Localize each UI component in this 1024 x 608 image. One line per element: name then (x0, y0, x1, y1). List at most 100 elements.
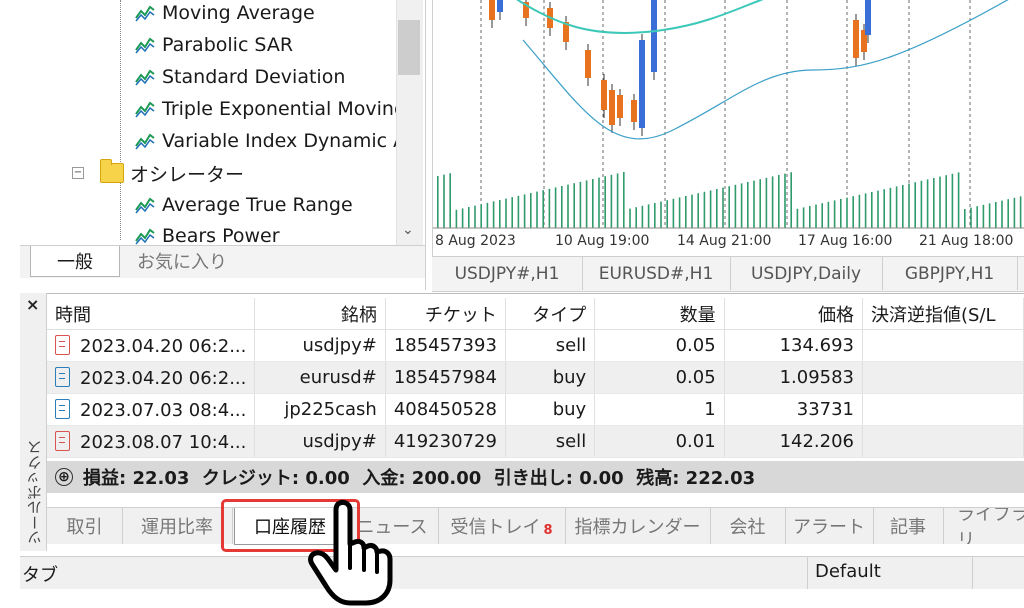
volume-bar (654, 203, 656, 228)
tab-mailbox[interactable]: 受信トレイ 8 (438, 508, 566, 544)
volume-bar (517, 195, 520, 228)
account-summary-row[interactable]: ⊕ 損益: 22.03 クレジット: 0.00 入金: 200.00 引き出し:… (47, 461, 1024, 493)
volume-bar (976, 206, 978, 228)
indicator-icon (135, 101, 155, 118)
cell-type: buy (505, 393, 596, 426)
col-volume[interactable]: 数量 (594, 298, 725, 330)
volume-bar (895, 186, 898, 228)
volume-bar (499, 200, 501, 228)
toolbox-tabs: 取引 運用比率 口座履歴 ニュース 受信トレイ 8 指標カレンダー 会社 アラー… (47, 507, 1024, 545)
tree-item-label: Moving Average (162, 2, 315, 24)
indicator-icon (135, 197, 155, 214)
date-label: 17 Aug 16:00 (798, 233, 892, 249)
volume-bar (1007, 199, 1009, 228)
volume-bar (697, 193, 699, 228)
tab-mailbox-label: 受信トレイ (450, 517, 541, 538)
table-row[interactable]: 2023.04.20 06:2... eurusd# 185457984 buy… (47, 361, 1024, 394)
candle-up (497, 0, 503, 12)
navigator-scroll-thumb[interactable] (398, 20, 420, 75)
volume-bar (437, 176, 439, 228)
status-divider (972, 557, 973, 589)
tab-chart-usdjpy-daily[interactable]: USDJPY,Daily (730, 257, 883, 290)
volume-bar (523, 194, 526, 228)
tree-item-label: Variable Index Dynamic Av (162, 130, 417, 152)
col-type[interactable]: タイプ (505, 298, 596, 330)
tree-item-label: Average True Range (162, 194, 353, 216)
volume-bar (722, 187, 724, 228)
tree-folder-oscillators[interactable]: オシレーター (100, 157, 244, 189)
volume-bar (833, 200, 836, 228)
cell-time: 2023.04.20 06:2... (80, 367, 247, 389)
volume-bar (616, 173, 619, 228)
mailbox-badge: 8 (543, 522, 553, 538)
volume-bar (809, 206, 811, 228)
tree-item-moving-average[interactable]: Moving Average (134, 0, 315, 29)
volume-bar (666, 200, 668, 228)
tree-item-standard-deviation[interactable]: Standard Deviation (134, 61, 345, 93)
cell-type: sell (505, 329, 596, 362)
band-lower-line (522, 0, 1009, 140)
status-divider (807, 557, 808, 589)
tab-articles[interactable]: 記事 (873, 508, 944, 544)
cell-sl (862, 361, 1024, 394)
chart-canvas[interactable]: 8 Aug 2023 10 Aug 19:00 14 Aug 21:00 17 … (433, 0, 1024, 256)
tab-chart-gbpjpy-h1[interactable]: GBPJPY,H1 (882, 257, 1018, 290)
col-time[interactable]: 時間 (47, 298, 256, 330)
volume-bar (889, 187, 892, 228)
table-row[interactable]: 2023.07.03 08:4... jp225cash 408450528 b… (47, 393, 1024, 426)
tab-chart-eurusd-h1[interactable]: EURUSD#,H1 (582, 257, 731, 290)
cell-time: 2023.04.20 06:2... (80, 335, 247, 357)
tab-alerts[interactable]: アラート (785, 508, 874, 544)
scroll-down-icon[interactable]: ⌄ (402, 222, 414, 238)
volume-bar (1019, 196, 1022, 228)
cell-ticket: 408450528 (385, 393, 506, 426)
col-price[interactable]: 価格 (724, 298, 864, 330)
tree-item-variable-index[interactable]: Variable Index Dynamic Av (134, 125, 416, 157)
volume-bar (492, 201, 495, 228)
tree-item-triple-exponential[interactable]: Triple Exponential Moving (134, 93, 406, 125)
expand-plus-icon[interactable]: ⊕ (55, 468, 73, 486)
tab-favorites[interactable]: お気に入り (122, 246, 242, 276)
volume-bar (753, 180, 755, 228)
cell-type: buy (505, 361, 596, 394)
volume-bar (1013, 197, 1016, 228)
status-bar: タブ Default (20, 556, 1024, 589)
indicator-icon (135, 5, 155, 22)
col-stoploss[interactable]: 決済逆指値(S/L (862, 298, 1024, 330)
tab-library[interactable]: ライブラリ (943, 508, 1024, 544)
tree-item-average-true-range[interactable]: Average True Range (134, 189, 353, 221)
volume-bar (957, 172, 960, 228)
volume-bar (864, 193, 867, 228)
volume-bar (455, 209, 458, 228)
volume-bar (802, 207, 805, 228)
tab-calendar[interactable]: 指標カレンダー (565, 508, 711, 544)
tree-item-parabolic-sar[interactable]: Parabolic SAR (134, 29, 293, 61)
volume-bar (561, 186, 563, 228)
candle-up (639, 40, 645, 128)
close-icon[interactable]: × (26, 295, 39, 314)
indicator-icon (135, 228, 155, 245)
volume-bar (548, 188, 551, 228)
cell-price: 33731 (724, 393, 864, 426)
volume-bar (796, 208, 799, 228)
volume-bar (988, 203, 991, 228)
table-row[interactable]: 2023.08.07 10:4... usdjpy# 419230729 sel… (47, 425, 1024, 458)
volume-bar (827, 201, 830, 228)
navigator-tabs: 一般 お気に入り (20, 245, 425, 278)
volume-bar (703, 191, 706, 228)
sell-order-icon (55, 334, 70, 355)
price-chart[interactable]: 8 Aug 2023 10 Aug 19:00 14 Aug 21:00 17 … (432, 0, 1024, 256)
tab-general[interactable]: 一般 (30, 246, 120, 277)
col-ticket[interactable]: チケット (385, 298, 506, 330)
volume-bar (635, 207, 637, 228)
collapse-toggle[interactable]: − (72, 167, 84, 179)
table-row[interactable]: 2023.04.20 06:2... usdjpy# 185457393 sel… (47, 329, 1024, 362)
tab-trade[interactable]: 取引 (47, 508, 123, 544)
tab-company[interactable]: 会社 (710, 508, 786, 544)
col-symbol[interactable]: 銘柄 (254, 298, 386, 330)
volume-bar (647, 204, 650, 228)
tab-exposure[interactable]: 運用比率 (122, 508, 233, 544)
volume-bar (771, 176, 774, 228)
tab-chart-usdjpy-h1[interactable]: USDJPY#,H1 (432, 257, 583, 290)
sell-order-icon (55, 430, 70, 451)
